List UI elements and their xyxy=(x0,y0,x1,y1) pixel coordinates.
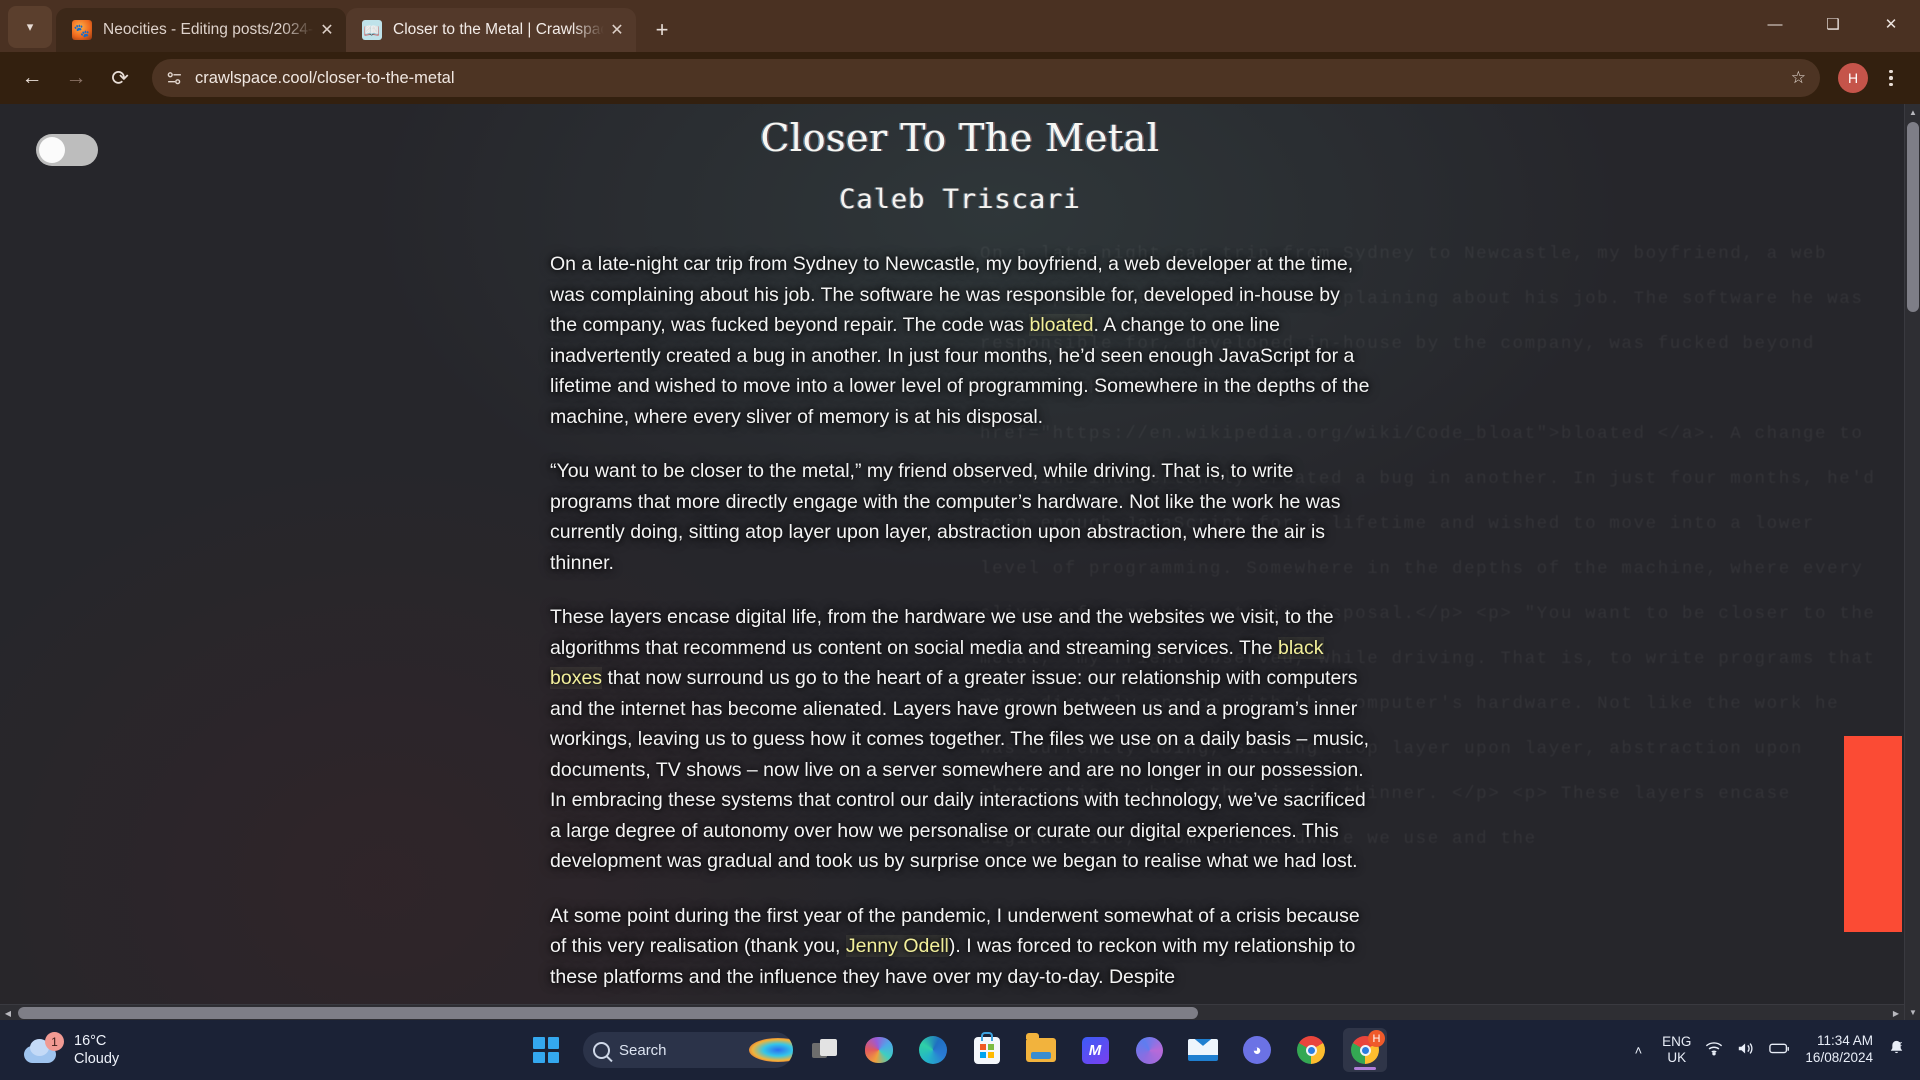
tab-close-icon[interactable]: ✕ xyxy=(604,17,630,43)
tab-close-icon[interactable]: ✕ xyxy=(314,17,340,43)
edge-icon[interactable] xyxy=(911,1028,955,1072)
accent-block xyxy=(1844,736,1902,932)
article-link[interactable]: bloated xyxy=(1029,314,1094,336)
article-link[interactable]: Jenny Odell xyxy=(845,935,949,957)
mail-icon[interactable] xyxy=(1181,1028,1225,1072)
maximize-button[interactable]: ❑ xyxy=(1804,0,1862,48)
browser-window: ▾ 🐾 Neocities - Editing posts/2024-( ✕ 📖… xyxy=(0,0,1920,1020)
tray-overflow-icon[interactable]: ˄ xyxy=(1629,1037,1649,1064)
scroll-up-arrow[interactable]: ▲ xyxy=(1905,104,1920,120)
weather-badge: 1 xyxy=(45,1032,64,1051)
article-paragraph: On a late-night car trip from Sydney to … xyxy=(550,253,1370,428)
vertical-scroll-thumb[interactable] xyxy=(1907,122,1919,312)
article: Closer To The Metal Caleb Triscari On a … xyxy=(550,104,1370,992)
microsoft-store-icon[interactable] xyxy=(965,1028,1009,1072)
close-window-button[interactable]: ✕ xyxy=(1862,0,1920,48)
language-line1: ENG xyxy=(1662,1033,1692,1049)
taskbar-center: Search M ◕ H xyxy=(533,1028,1387,1072)
weather-temperature: 16°C xyxy=(74,1032,107,1049)
chrome-icon[interactable] xyxy=(1289,1028,1333,1072)
tab-title: Neocities - Editing posts/2024-( xyxy=(103,21,314,38)
horizontal-scroll-thumb[interactable] xyxy=(18,1007,1198,1019)
address-bar[interactable]: crawlspace.cool/closer-to-the-metal ☆ xyxy=(152,59,1820,97)
bookmark-star-icon[interactable]: ☆ xyxy=(1791,68,1806,88)
kebab-menu-icon[interactable] xyxy=(1874,59,1908,97)
bell-dnd-icon[interactable]: z xyxy=(1887,1039,1906,1061)
scroll-right-arrow[interactable]: ▶ xyxy=(1888,1005,1904,1020)
weather-widget[interactable]: 1 16°C Cloudy xyxy=(22,1032,119,1068)
vertical-scrollbar[interactable]: ▲ ▼ xyxy=(1904,104,1920,1020)
start-button[interactable] xyxy=(533,1037,559,1063)
article-paragraph: “You want to be closer to the metal,” my… xyxy=(550,460,1341,574)
microsoft-365-icon[interactable] xyxy=(1127,1028,1171,1072)
clock-date: 16/08/2024 xyxy=(1805,1050,1873,1065)
browser-toolbar: ← → ⟳ crawlspace.cool/closer-to-the-meta… xyxy=(0,52,1920,104)
cloud-icon: 1 xyxy=(22,1032,64,1065)
page-title: Closer To The Metal xyxy=(760,116,1160,160)
weather-condition: Cloudy xyxy=(74,1051,120,1067)
search-label: Search xyxy=(619,1041,667,1059)
scroll-left-arrow[interactable]: ◀ xyxy=(0,1005,16,1020)
tab-closer-to-the-metal[interactable]: 📖 Closer to the Metal | Crawlspace ✕ xyxy=(346,8,636,52)
search-input[interactable]: Search xyxy=(583,1032,793,1068)
tab-strip: ▾ 🐾 Neocities - Editing posts/2024-( ✕ 📖… xyxy=(0,0,1920,52)
article-paragraph: These layers encase digital life, from t… xyxy=(550,606,1370,872)
clock[interactable]: 11:34 AM 16/08/2024 xyxy=(1805,1033,1873,1067)
tab-title: Closer to the Metal | Crawlspace xyxy=(393,21,604,38)
chrome-profile-badge: H xyxy=(1368,1030,1385,1047)
azure-icon[interactable]: M xyxy=(1073,1028,1117,1072)
wifi-icon[interactable] xyxy=(1705,1041,1723,1060)
task-view-icon[interactable] xyxy=(803,1028,847,1072)
discord-icon[interactable]: ◕ xyxy=(1235,1028,1279,1072)
scroll-down-arrow[interactable]: ▼ xyxy=(1905,1004,1920,1020)
profile-avatar[interactable]: H xyxy=(1838,63,1868,93)
language-indicator[interactable]: ENG UK xyxy=(1662,1034,1691,1066)
window-controls: — ❑ ✕ xyxy=(1746,0,1920,48)
language-line2: UK xyxy=(1667,1050,1687,1065)
theme-toggle[interactable] xyxy=(36,134,98,166)
copilot-icon[interactable] xyxy=(857,1028,901,1072)
tab-search-icon[interactable]: ▾ xyxy=(8,6,52,48)
page-viewport: On a late-night car trip from Sydney to … xyxy=(0,104,1920,1020)
firefox-icon: 🐾 xyxy=(72,20,92,40)
article-link[interactable]: black boxes xyxy=(550,636,1324,689)
svg-text:z: z xyxy=(1899,1041,1902,1048)
article-body: On a late-night car trip from Sydney to … xyxy=(550,249,1370,992)
search-bloom-icon xyxy=(749,1038,793,1062)
book-icon: 📖 xyxy=(362,20,382,40)
tab-neocities[interactable]: 🐾 Neocities - Editing posts/2024-( ✕ xyxy=(56,8,346,52)
active-app-indicator xyxy=(1354,1067,1376,1070)
new-tab-button[interactable]: + xyxy=(644,12,680,48)
file-explorer-icon[interactable] xyxy=(1019,1028,1063,1072)
battery-icon[interactable] xyxy=(1769,1041,1791,1059)
clock-time: 11:34 AM xyxy=(1816,1033,1873,1049)
article-paragraph: At some point during the first year of t… xyxy=(550,904,1360,988)
minimize-button[interactable]: — xyxy=(1746,0,1804,48)
toggle-knob xyxy=(39,137,65,163)
author-byline: Caleb Triscari xyxy=(839,184,1081,215)
system-tray: ˄ ENG UK 11:34 AM 16/08/2024 z xyxy=(1629,1033,1906,1067)
volume-icon[interactable] xyxy=(1737,1041,1755,1060)
horizontal-scrollbar[interactable]: ◀ ▶ xyxy=(0,1004,1904,1020)
url-text[interactable]: crawlspace.cool/closer-to-the-metal xyxy=(195,69,1780,88)
chrome-active-icon[interactable]: H xyxy=(1343,1028,1387,1072)
azure-glyph: M xyxy=(1081,1036,1109,1064)
windows-taskbar: 1 16°C Cloudy Search M ◕ H ˄ ENG UK 11:3… xyxy=(0,1020,1920,1080)
search-icon xyxy=(593,1041,610,1059)
back-button[interactable]: ← xyxy=(12,58,52,98)
forward-button[interactable]: → xyxy=(56,58,96,98)
site-settings-icon[interactable] xyxy=(166,70,184,87)
reload-button[interactable]: ⟳ xyxy=(100,58,140,98)
